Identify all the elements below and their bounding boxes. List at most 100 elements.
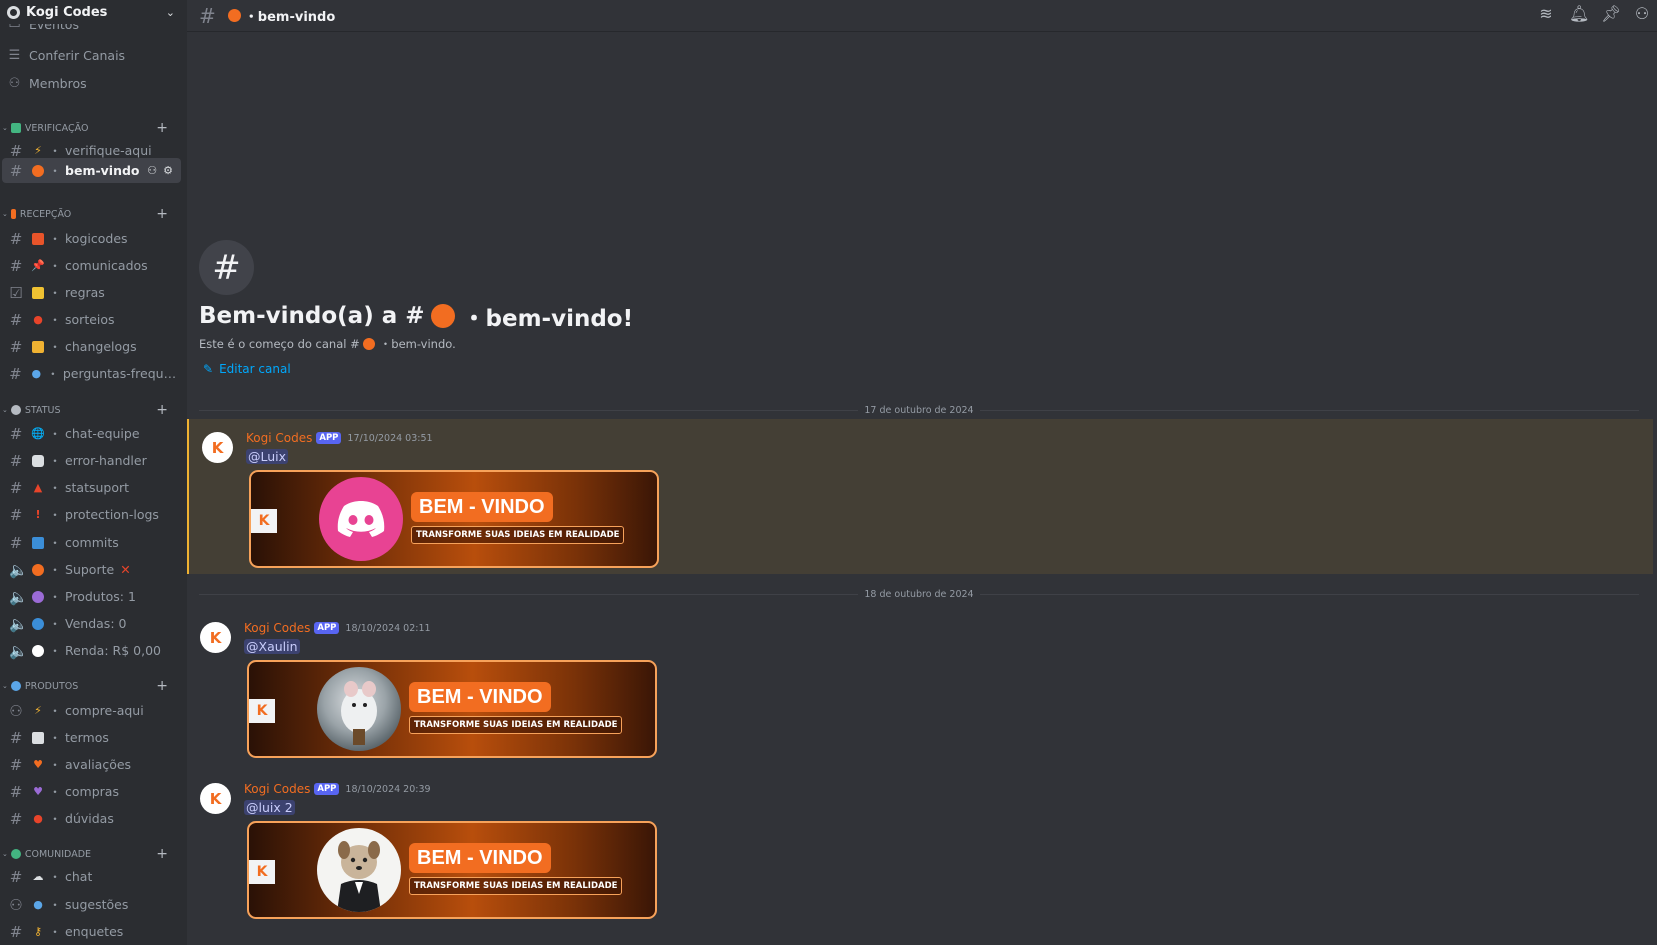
forum-icon: ⚇	[9, 701, 23, 720]
kogi-logo-icon: K	[209, 789, 222, 808]
orange-circle-icon	[362, 338, 375, 350]
pushpin-icon: ●	[33, 313, 43, 326]
channel-bem-vindo[interactable]: # ・ bem-vindo ⚇ ⚙	[2, 158, 181, 183]
channel-compras[interactable]: # ♥ ・ compras	[2, 779, 181, 804]
invite-icon[interactable]: ⚇	[147, 164, 157, 177]
hash-icon: #	[9, 451, 23, 470]
server-icon	[7, 5, 20, 19]
discord-logo-icon	[319, 477, 403, 561]
members-icon: ⚇	[8, 75, 21, 91]
channel-produtos-count[interactable]: 🔈 ・ Produtos: 1	[2, 584, 181, 609]
orange-circle-icon	[227, 9, 241, 22]
channel-termos[interactable]: # ・ termos	[2, 725, 181, 750]
robot-icon	[31, 454, 45, 467]
add-channel-icon[interactable]: +	[156, 206, 168, 222]
category-produtos[interactable]: ⌄ PRODUTOS +	[0, 678, 182, 694]
cloud-icon: ☁	[32, 870, 44, 883]
channel-comunicados[interactable]: # 📌 ・ comunicados	[2, 253, 181, 278]
channel-sorteios[interactable]: # ● ・ sorteios	[2, 307, 181, 332]
channel-renda[interactable]: 🔈 ・ Renda: R$ 0,00	[2, 638, 181, 663]
globe-icon	[10, 681, 21, 691]
channel-chat-equipe[interactable]: # 🌐 ・ chat-equipe	[2, 421, 181, 446]
message-area: # Bem-vindo(a) a # ・bem-vindo! Este é o …	[187, 32, 1657, 945]
avatar[interactable]: K	[200, 783, 231, 814]
date-divider: 17 de outubro de 2024	[199, 403, 1639, 417]
server-header[interactable]: Kogi Codes ⌄	[0, 0, 187, 24]
pin-icon[interactable]: 📌︎	[1601, 4, 1621, 23]
lightning-icon: ⚡	[34, 704, 42, 717]
channel-suporte[interactable]: 🔈 ・ Suporte ✕	[2, 557, 181, 582]
channel-sidebar: Kogi Codes ⌄ ▭ Eventos ☰ Conferir Canais…	[0, 0, 187, 945]
author-name[interactable]: Kogi Codes	[244, 621, 310, 635]
author-name[interactable]: Kogi Codes	[244, 782, 310, 796]
hash-icon: #	[9, 755, 23, 774]
cross-icon: ✕	[120, 562, 131, 577]
channel-duvidas[interactable]: # ● ・ dúvidas	[2, 806, 181, 831]
sidebar-item-browse-channels[interactable]: ☰ Conferir Canais	[0, 43, 182, 67]
channel-statsuport[interactable]: # ▲ ・ statsuport	[2, 475, 181, 500]
message[interactable]: K Kogi Codes APP 17/10/2024 03:51 @Luix …	[187, 419, 1653, 574]
channel-vendas[interactable]: 🔈 ・ Vendas: 0	[2, 611, 181, 636]
threads-icon[interactable]: ≋	[1537, 4, 1555, 23]
avatar[interactable]: K	[200, 622, 231, 653]
purple-heart-icon: ♥	[33, 785, 43, 798]
welcome-banner-image[interactable]: K BEM - VINDO TRANSFORME SUAS IDEIAS EM …	[249, 470, 659, 568]
banner-title: BEM - VINDO	[409, 682, 551, 712]
banner-subtitle: TRANSFORME SUAS IDEIAS EM REALIDADE	[411, 526, 625, 544]
voice-icon: 🔈	[9, 587, 28, 606]
globe-icon	[10, 849, 21, 859]
pin-icon: 📌	[31, 259, 45, 272]
welcome-banner-image[interactable]: K BEM - VINDO TRANSFORME SUAS IDEIAS EM …	[247, 660, 657, 758]
user-avatar-photo	[317, 667, 401, 751]
gear-icon[interactable]: ⚙	[163, 164, 173, 177]
add-channel-icon[interactable]: +	[156, 678, 168, 694]
edit-channel-link[interactable]: ✎ Editar canal	[203, 362, 291, 376]
banner-title: BEM - VINDO	[411, 492, 553, 522]
channel-regras[interactable]: ☑ ・ regras	[2, 280, 181, 305]
user-mention[interactable]: @Luix	[246, 449, 289, 464]
server-name: Kogi Codes	[26, 4, 108, 20]
avatar[interactable]: K	[202, 432, 233, 463]
triangle-icon: ▲	[33, 481, 43, 494]
forum-icon: ⚇	[9, 895, 23, 914]
ok-icon	[31, 536, 45, 549]
category-recepcao[interactable]: ⌄ RECEPÇÃO +	[0, 206, 182, 222]
pushpin-icon: ●	[33, 812, 43, 825]
welcome-banner-image[interactable]: K BEM - VINDO TRANSFORME SUAS IDEIAS EM …	[247, 821, 657, 919]
user-mention[interactable]: @luix 2	[244, 800, 295, 815]
add-channel-icon[interactable]: +	[156, 120, 168, 136]
message[interactable]: K Kogi Codes APP 18/10/2024 20:39 @luix …	[187, 770, 1653, 925]
channel-error-handler[interactable]: # ・ error-handler	[2, 448, 181, 473]
category-comunidade[interactable]: ⌄ COMUNIDADE +	[0, 846, 182, 862]
hash-icon: #	[199, 3, 216, 28]
message[interactable]: K Kogi Codes APP 18/10/2024 02:11 @Xauli…	[187, 609, 1653, 764]
hash-icon: #	[9, 364, 22, 383]
banner-subtitle: TRANSFORME SUAS IDEIAS EM REALIDADE	[409, 877, 623, 895]
members-list-icon[interactable]: ⚇	[1633, 4, 1651, 23]
purple-circle-icon	[31, 590, 45, 603]
user-mention[interactable]: @Xaulin	[244, 639, 300, 654]
channel-enquetes[interactable]: # ⚷ ・ enquetes	[2, 919, 181, 944]
hash-icon: #	[9, 161, 23, 180]
hash-icon: #	[9, 922, 23, 941]
kogi-logo-icon: K	[211, 438, 224, 457]
channel-sugestoes[interactable]: ⚇ ● ・ sugestões	[2, 892, 181, 917]
channel-avaliacoes[interactable]: # ♥ ・ avaliações	[2, 752, 181, 777]
category-status[interactable]: ⌄ STATUS +	[0, 402, 182, 418]
channel-perguntas-frequentes[interactable]: # ● ・ perguntas-frequen...	[2, 361, 181, 386]
exclamation-icon: !	[35, 508, 41, 521]
category-verificacao[interactable]: ⌄ VERIFICAÇÃO +	[0, 120, 182, 136]
channel-kogicodes[interactable]: # ・ kogicodes	[2, 226, 181, 251]
add-channel-icon[interactable]: +	[156, 402, 168, 418]
bell-icon[interactable]: 🔔︎	[1569, 4, 1589, 23]
channel-compre-aqui[interactable]: ⚇ ⚡ ・ compre-aqui	[2, 698, 181, 723]
author-name[interactable]: Kogi Codes	[246, 431, 312, 445]
channel-protection-logs[interactable]: # ! ・ protection-logs	[2, 502, 181, 527]
sidebar-item-members[interactable]: ⚇ Membros	[0, 71, 182, 95]
chevron-down-icon[interactable]: ⌄	[166, 6, 175, 19]
channel-chat[interactable]: # ☁ ・ chat	[2, 864, 181, 889]
add-channel-icon[interactable]: +	[156, 846, 168, 862]
channel-changelogs[interactable]: # ・ changelogs	[2, 334, 181, 359]
white-circle-icon	[31, 644, 45, 657]
channel-commits[interactable]: # ・ commits	[2, 530, 181, 555]
